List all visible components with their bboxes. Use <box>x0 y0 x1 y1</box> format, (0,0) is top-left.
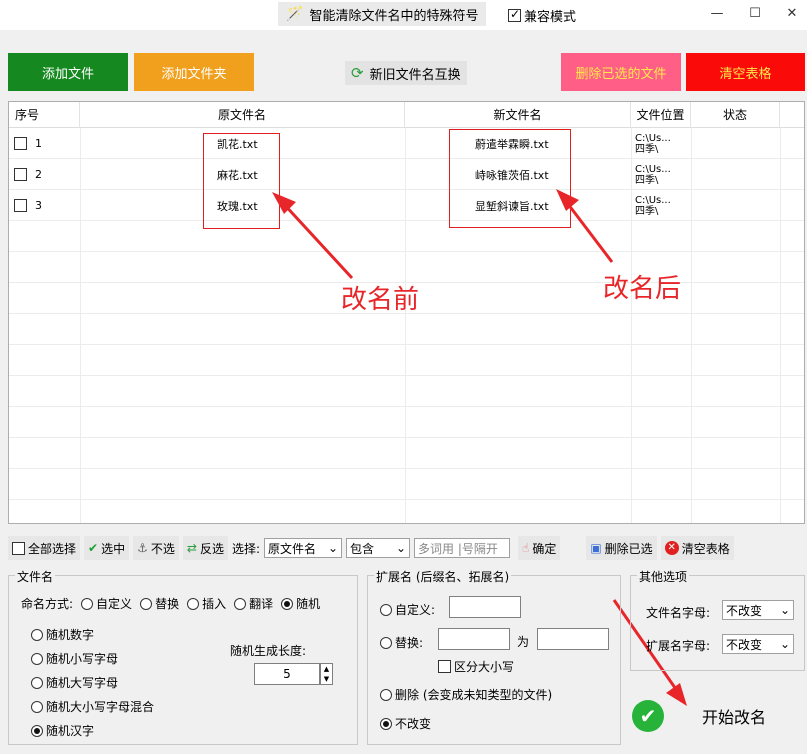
select-button[interactable]: ✔ 选中 <box>84 536 130 560</box>
annotation-before: 改名前 <box>341 285 420 315</box>
ext-custom-radio[interactable]: 自定义: <box>380 601 435 618</box>
chevron-down-icon: ⌄ <box>327 541 338 555</box>
delete-selected-button[interactable]: ▣ 删除已选 <box>586 536 657 560</box>
ext-case-label: 扩展名字母: <box>646 639 711 653</box>
extension-group-title: 扩展名 (后缀名、拓展名) <box>374 568 512 585</box>
ext-replace-radio[interactable]: 替换: <box>380 634 423 651</box>
ext-custom-input[interactable] <box>449 596 521 618</box>
mode-label: 命名方式: <box>21 597 74 611</box>
filename-group-title: 文件名 <box>15 568 56 585</box>
other-options-title: 其他选项 <box>637 568 690 585</box>
random-chinese-radio[interactable]: 随机汉字 <box>31 722 94 739</box>
filename-group: 文件名 命名方式: 自定义 替换 插入 翻译 随机 随机数字 随机小写字母 随机… <box>8 568 358 745</box>
chevron-down-icon: ⌄ <box>779 637 790 651</box>
start-rename-label: 开始改名 <box>702 708 767 727</box>
chevron-up-icon: ▲ <box>323 665 330 673</box>
deselect-button[interactable]: ⚓ 不选 <box>133 536 179 560</box>
mode-replace-radio[interactable]: 替换 <box>140 595 179 612</box>
hand-pointer-icon: ☝ <box>522 541 530 555</box>
selection-toolbar: 全部选择 ✔ 选中 ⚓ 不选 ⇄ 反选 选择: 原文件名 ⌄ 包含 ⌄ 多词用 |号隔开 … <box>8 533 805 563</box>
length-input[interactable]: 5 <box>254 663 320 685</box>
choose-label: 选择: <box>231 541 260 556</box>
annotation-after: 改名后 <box>603 274 682 304</box>
confirm-button[interactable]: ☝ 确定 <box>518 536 561 560</box>
filename-case-select[interactable]: 不改变 ⌄ <box>722 600 794 620</box>
ext-case-select[interactable]: 不改变 ⌄ <box>722 634 794 654</box>
invert-button[interactable]: ⇄ 反选 <box>182 536 228 560</box>
random-lowercase-radio[interactable]: 随机小写字母 <box>31 650 118 667</box>
red-x-icon: ✕ <box>664 541 679 555</box>
checkbox-icon <box>12 541 25 555</box>
mode-random-radio[interactable]: 随机 <box>281 595 320 612</box>
extension-group: 扩展名 (后缀名、拓展名) 自定义: 替换: 为 区分大小写 删除 (会变成未知… <box>367 568 621 745</box>
other-options-group: 其他选项 文件名字母: 不改变 ⌄ 扩展名字母: 不改变 ⌄ <box>630 568 805 671</box>
keyword-input[interactable]: 多词用 |号隔开 <box>414 538 510 558</box>
check-circle-icon: ✔ <box>88 541 99 555</box>
ext-replace-to-input[interactable] <box>537 628 609 650</box>
anchor-icon: ⚓ <box>137 541 148 555</box>
clear-table-small-button[interactable]: ✕ 清空表格 <box>660 536 734 560</box>
select-all-checkbox[interactable]: 全部选择 <box>8 536 81 560</box>
invert-icon: ⇄ <box>186 541 197 555</box>
ext-delete-radio[interactable]: 删除 (会变成未知类型的文件) <box>380 686 552 703</box>
green-check-icon: ✔ <box>632 700 664 732</box>
ext-replace-from-input[interactable] <box>438 628 510 650</box>
length-label: 随机生成长度: <box>230 644 307 658</box>
window-delete-icon: ▣ <box>590 541 602 555</box>
random-mixed-case-radio[interactable]: 随机大小写字母混合 <box>31 698 154 715</box>
ext-keep-radio[interactable]: 不改变 <box>380 715 431 732</box>
case-sensitive-checkbox[interactable]: 区分大小写 <box>438 658 514 675</box>
length-stepper[interactable]: ▲ ▼ <box>320 663 333 685</box>
ext-replace-to-label: 为 <box>517 635 530 649</box>
chevron-down-icon: ⌄ <box>395 541 406 555</box>
random-uppercase-radio[interactable]: 随机大写字母 <box>31 674 118 691</box>
random-digits-radio[interactable]: 随机数字 <box>31 626 94 643</box>
chevron-down-icon: ⌄ <box>779 603 790 617</box>
filename-case-label: 文件名字母: <box>646 606 711 620</box>
field-select[interactable]: 原文件名 ⌄ <box>264 538 342 558</box>
mode-insert-radio[interactable]: 插入 <box>187 595 226 612</box>
start-rename-button[interactable]: ✔ 开始改名 <box>632 700 766 732</box>
match-select[interactable]: 包含 ⌄ <box>346 538 410 558</box>
chevron-down-icon: ▼ <box>323 675 330 683</box>
mode-custom-radio[interactable]: 自定义 <box>81 595 132 612</box>
mode-translate-radio[interactable]: 翻译 <box>234 595 273 612</box>
